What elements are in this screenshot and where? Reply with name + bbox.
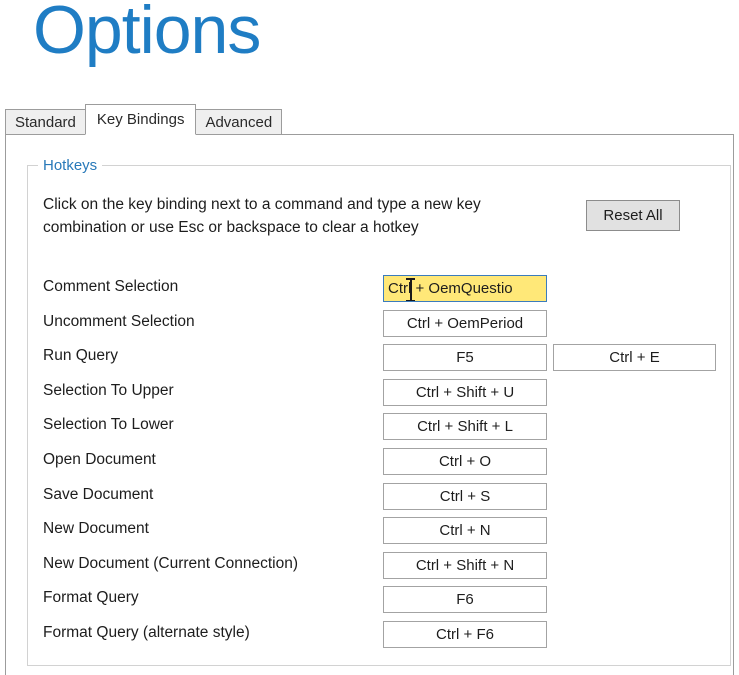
key-binding-value: Ctrl + S [439,487,491,505]
tab-strip: Standard Key Bindings Advanced [5,104,734,135]
binding-command-label: New Document [43,520,149,538]
binding-row: Selection To Upper Ctrl + Shift + U [43,378,723,413]
binding-row: Save Document Ctrl + S [43,482,723,517]
key-binding-value: F6 [456,591,474,609]
binding-command-label: Uncomment Selection [43,312,195,330]
key-binding-value: F5 [456,349,474,367]
key-binding-field-primary[interactable]: F5 [383,344,547,372]
key-binding-field-primary[interactable]: Ctrl + Shift + N [383,551,547,579]
reset-all-button[interactable]: Reset All [586,200,680,231]
hotkeys-group-legend: Hotkeys [38,157,103,175]
tab-advanced[interactable]: Advanced [195,109,283,135]
key-binding-field-primary[interactable]: F6 [383,586,547,614]
binding-command-label: Format Query (alternate style) [43,623,250,641]
binding-command-label: Comment Selection [43,278,179,295]
key-binding-value: Ctrl + N [439,522,491,540]
page-title: Options [33,0,261,68]
key-binding-value: Ctrl + F6 [436,625,494,643]
key-binding-field-primary[interactable]: Ctrl + O [383,447,547,475]
binding-row: Selection To Lower Ctrl + Shift + L [43,412,723,447]
binding-command-label: Format Query [43,589,139,607]
binding-row: New Document (Current Connection) Ctrl + … [43,551,723,586]
binding-row: Open Document Ctrl + O [43,447,723,482]
binding-row: Format Query (alternate style) Ctrl + F6 [43,620,723,655]
key-binding-field-primary[interactable]: Ctrl + N [383,517,547,545]
key-binding-field-primary[interactable]: Ctrl + Shift + L [383,413,547,441]
key-binding-value: Ctrl + OemQuestio [388,280,513,297]
key-binding-field-secondary[interactable]: Ctrl + E [553,344,716,372]
binding-row: New Document Ctrl + N [43,516,723,551]
binding-command-label: Run Query [43,347,118,365]
binding-command-label: Selection To Lower [43,416,174,434]
key-binding-value: Ctrl + E [609,349,660,367]
key-binding-field-primary[interactable]: Ctrl + Shift + U [383,378,547,406]
hotkeys-description: Click on the key binding next to a comma… [43,196,481,236]
binding-command-label: Save Document [43,485,154,503]
key-binding-field-primary[interactable]: Ctrl + S [383,482,547,510]
key-binding-value: Ctrl + Shift + L [417,418,513,436]
key-binding-field-primary[interactable]: Ctrl + F6 [383,620,547,648]
key-binding-value: Ctrl + OemPeriod [406,314,524,332]
binding-row: Comment Selection Ctrl + OemQuestio [43,274,723,309]
tab-key-bindings[interactable]: Key Bindings [84,104,197,135]
tab-standard[interactable]: Standard [5,109,86,135]
binding-row: Format Query F6 [43,585,723,620]
key-binding-value: Ctrl + Shift + N [415,556,515,574]
binding-row: Uncomment Selection Ctrl + OemPeriod [43,309,723,344]
binding-row: Run Query F5 Ctrl + E [43,343,723,378]
key-binding-value: Ctrl + O [438,452,492,470]
key-binding-value: Ctrl + Shift + U [415,383,515,401]
key-binding-field-primary[interactable]: Ctrl + OemQuestio [383,275,547,302]
key-binding-field-primary[interactable]: Ctrl + OemPeriod [383,309,547,337]
binding-command-label: Open Document [43,450,156,468]
binding-command-label: Selection To Upper [43,381,174,399]
key-bindings-list: Comment Selection Ctrl + OemQuestio Uncomm… [43,274,723,655]
binding-command-label: New Document (Current Connection) [43,554,298,572]
